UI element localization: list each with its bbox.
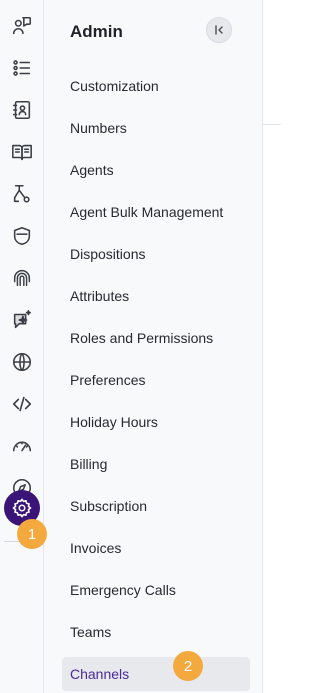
collapse-left-icon bbox=[213, 24, 225, 36]
menu-item-customization[interactable]: Customization bbox=[62, 69, 250, 103]
menu-item-teams[interactable]: Teams bbox=[62, 615, 250, 649]
conversation-person-icon[interactable] bbox=[6, 10, 38, 42]
step-badge-2: 2 bbox=[173, 651, 203, 681]
main-content bbox=[263, 0, 281, 693]
contacts-book-icon[interactable] bbox=[6, 94, 38, 126]
panel-title: Admin bbox=[70, 22, 123, 41]
menu-item-holiday-hours[interactable]: Holiday Hours bbox=[62, 405, 250, 439]
fingerprint-icon[interactable] bbox=[6, 262, 38, 294]
menu-item-attributes[interactable]: Attributes bbox=[62, 279, 250, 313]
menu-item-preferences[interactable]: Preferences bbox=[62, 363, 250, 397]
menu-item-agent-bulk-management[interactable]: Agent Bulk Management bbox=[62, 195, 250, 229]
menu-item-emergency-calls[interactable]: Emergency Calls bbox=[62, 573, 250, 607]
ai-sparkle-icon[interactable] bbox=[6, 304, 38, 336]
step-badge-1: 1 bbox=[17, 519, 47, 549]
icon-rail bbox=[0, 0, 44, 693]
menu-item-channels[interactable]: Channels bbox=[62, 657, 250, 691]
menu-item-agents[interactable]: Agents bbox=[62, 153, 250, 187]
menu-item-dispositions[interactable]: Dispositions bbox=[62, 237, 250, 271]
flow-icon[interactable] bbox=[6, 178, 38, 210]
menu-item-numbers[interactable]: Numbers bbox=[62, 111, 250, 145]
menu-item-subscription[interactable]: Subscription bbox=[62, 489, 250, 523]
menu-item-billing[interactable]: Billing bbox=[62, 447, 250, 481]
globe-icon[interactable] bbox=[6, 346, 38, 378]
content-divider bbox=[263, 124, 281, 125]
menu-item-roles-and-permissions[interactable]: Roles and Permissions bbox=[62, 321, 250, 355]
list-icon[interactable] bbox=[6, 52, 38, 84]
collapse-panel-button[interactable] bbox=[206, 17, 232, 43]
admin-panel: Admin Customization Numbers Agents Agent… bbox=[44, 0, 263, 693]
open-book-icon[interactable] bbox=[6, 136, 38, 168]
speedometer-icon[interactable] bbox=[6, 430, 38, 462]
shield-icon[interactable] bbox=[6, 220, 38, 252]
code-icon[interactable] bbox=[6, 388, 38, 420]
menu-item-invoices[interactable]: Invoices bbox=[62, 531, 250, 565]
